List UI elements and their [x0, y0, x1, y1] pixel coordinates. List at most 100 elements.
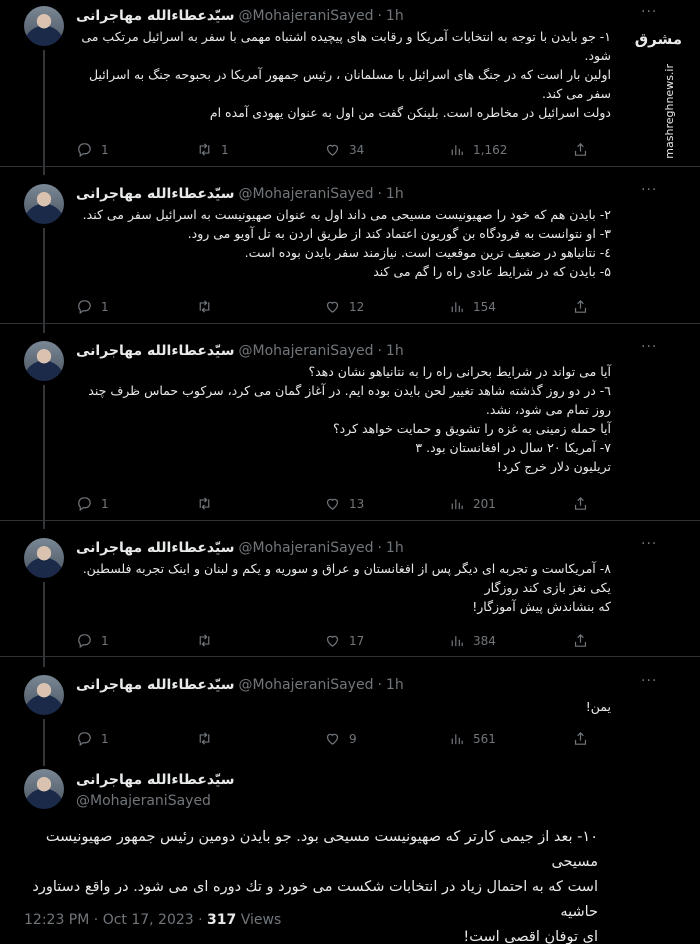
separator-dot: · [377, 343, 382, 359]
share-button[interactable] [572, 495, 589, 512]
more-icon[interactable]: ··· [641, 4, 657, 20]
share-button[interactable] [572, 141, 589, 158]
reply-button[interactable]: 1 [76, 298, 109, 315]
tweet-line: ۳- او نتوانست به فرودگاه بن گوریون اعتما… [187, 226, 611, 241]
like-count: 12 [349, 299, 365, 314]
tweet-text: ۲- بایدن هم که خود را صهیونیست مسیحی می … [76, 205, 611, 281]
views-count: 154 [473, 299, 496, 314]
divider [0, 520, 700, 521]
views-count: 317 [207, 912, 237, 928]
retweet-button[interactable] [196, 730, 221, 747]
more-icon[interactable]: ··· [641, 182, 657, 198]
tweet-time[interactable]: 1h [386, 186, 404, 202]
author-name[interactable]: سیّدعطاءالله مهاجرانی [76, 540, 235, 556]
author-handle[interactable]: @MohajeraniSayed [239, 540, 374, 556]
share-icon [572, 495, 589, 512]
tweet-time[interactable]: 12:23 PM [24, 912, 89, 928]
views-button[interactable]: 1,162 [448, 141, 507, 158]
views-label: Views [240, 912, 282, 928]
retweet-button[interactable] [196, 298, 221, 315]
author-name[interactable]: سیّدعطاءالله مهاجرانی [76, 772, 235, 788]
heart-icon [324, 495, 341, 512]
author-handle[interactable]: @MohajeraniSayed [239, 186, 374, 202]
tweet-header: سیّدعطاءالله مهاجرانی @MohajeraniSayed · 1h… [76, 673, 700, 695]
author-name[interactable]: سیّدعطاءالله مهاجرانی [76, 186, 235, 202]
like-button[interactable]: 9 [324, 730, 357, 747]
reply-icon [76, 632, 93, 649]
thread-line [43, 228, 45, 333]
avatar[interactable] [24, 675, 64, 715]
tweet-time[interactable]: 1h [386, 343, 404, 359]
avatar[interactable] [24, 538, 64, 578]
more-icon[interactable]: ··· [641, 673, 657, 689]
bar-chart-icon [448, 495, 465, 512]
tweet-text: یمن! [76, 697, 611, 716]
reply-button[interactable]: 1 [76, 632, 109, 649]
thread-line [43, 719, 45, 766]
share-icon [572, 730, 589, 747]
share-button[interactable] [572, 730, 589, 747]
author-handle[interactable]: @MohajeraniSayed [239, 677, 374, 693]
watermark: مشرق mashreghnews.ir [635, 30, 686, 159]
reply-button[interactable]: 1 [76, 495, 109, 512]
reply-count: 1 [101, 731, 109, 746]
tweet-time[interactable]: 1h [386, 677, 404, 693]
views-button[interactable]: 201 [448, 495, 496, 512]
tweet-actions: 1 9 561 [76, 730, 596, 750]
watermark-site: mashreghnews.ir [663, 64, 676, 159]
views-button[interactable]: 384 [448, 632, 496, 649]
retweet-icon [196, 632, 213, 649]
avatar[interactable] [24, 6, 64, 46]
like-button[interactable]: 13 [324, 495, 364, 512]
like-count: 17 [349, 633, 365, 648]
bar-chart-icon [448, 632, 465, 649]
separator-dot: · [377, 186, 382, 202]
share-button[interactable] [572, 632, 589, 649]
retweet-button[interactable] [196, 495, 221, 512]
tweet-line: سفر می کند. [541, 86, 611, 101]
separator-dot: · [377, 540, 382, 556]
more-icon[interactable]: ··· [641, 339, 657, 355]
like-button[interactable]: 12 [324, 298, 364, 315]
avatar[interactable] [24, 184, 64, 224]
reply-icon [76, 298, 93, 315]
like-button[interactable]: 17 [324, 632, 364, 649]
thread-line [43, 582, 45, 667]
tweet-line: دولت اسرائیل در مخاطره است. بلینکن گفت م… [209, 105, 611, 120]
author-handle[interactable]: @MohajeraniSayed [76, 793, 211, 809]
thread-line [43, 385, 45, 529]
author-handle[interactable]: @MohajeraniSayed [239, 343, 374, 359]
reply-button[interactable]: 1 [76, 141, 109, 158]
more-icon[interactable]: ··· [641, 536, 657, 552]
views-button[interactable]: 154 [448, 298, 496, 315]
author-name[interactable]: سیّدعطاءالله مهاجرانی [76, 677, 235, 693]
author-name[interactable]: سیّدعطاءالله مهاجرانی [76, 8, 235, 24]
tweet-line: آیا می تواند در شرایط بحرانی راه را به ن… [308, 364, 611, 379]
heart-icon [324, 730, 341, 747]
retweet-icon [196, 141, 213, 158]
like-count: 13 [349, 496, 365, 511]
retweet-button[interactable] [196, 632, 221, 649]
avatar[interactable] [24, 341, 64, 381]
reply-count: 1 [101, 633, 109, 648]
tweet-date[interactable]: Oct 17, 2023 [103, 912, 194, 928]
tweet-header: سیّدعطاءالله مهاجرانی @MohajeraniSayed · 1h… [76, 339, 700, 361]
avatar[interactable] [24, 769, 64, 809]
author-name[interactable]: سیّدعطاءالله مهاجرانی [76, 343, 235, 359]
reply-icon [76, 730, 93, 747]
share-button[interactable] [572, 298, 589, 315]
like-button[interactable]: 34 [324, 141, 364, 158]
reply-button[interactable]: 1 [76, 730, 109, 747]
reply-count: 1 [101, 299, 109, 314]
author-handle[interactable]: @MohajeraniSayed [239, 8, 374, 24]
separator-dot: · [377, 8, 382, 24]
tweet-time[interactable]: 1h [386, 540, 404, 556]
tweet-line: ٦- در دو روز گذشته شاهد تغییر لحن بایدن … [88, 383, 611, 398]
views-button[interactable]: 561 [448, 730, 496, 747]
tweet-header: سیّدعطاءالله مهاجرانی @MohajeraniSayed · 1h… [76, 182, 700, 204]
tweet-time[interactable]: 1h [386, 8, 404, 24]
tweet-text: آیا می تواند در شرایط بحرانی راه را به ن… [76, 362, 611, 476]
tweet-meta: 12:23 PM · Oct 17, 2023 · 317 Views [24, 912, 282, 928]
reply-count: 1 [101, 496, 109, 511]
retweet-button[interactable]: 1 [196, 141, 229, 158]
